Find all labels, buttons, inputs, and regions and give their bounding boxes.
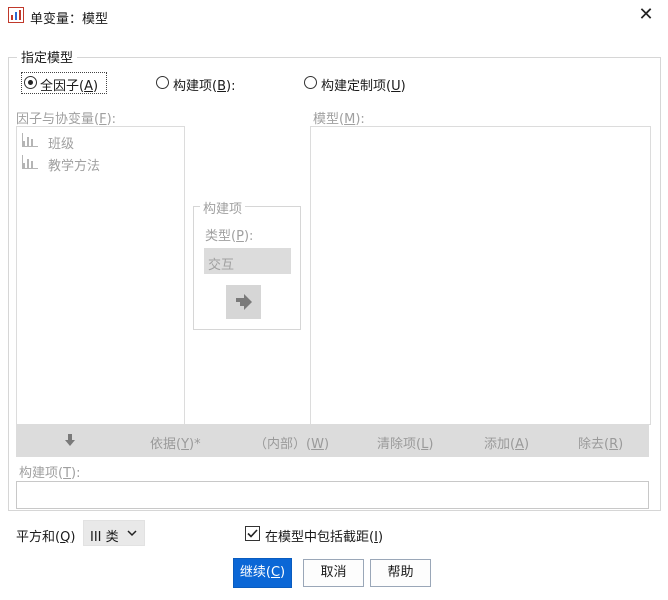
clear-term-button[interactable]: 清除项(L) xyxy=(377,433,433,452)
term-toolbar xyxy=(16,424,649,457)
add-term-button[interactable]: 添加(A) xyxy=(484,433,529,452)
help-button[interactable]: 帮助 xyxy=(370,559,431,587)
right-arrow-icon xyxy=(234,293,254,315)
close-icon[interactable]: ✕ xyxy=(634,4,658,26)
radio-build-terms[interactable] xyxy=(156,76,169,89)
include-intercept-label[interactable]: 在模型中包括截距(I) xyxy=(265,526,383,545)
factors-covariates-list[interactable] xyxy=(16,126,185,425)
factors-covariates-label: 因子与协变量(F): xyxy=(16,112,117,127)
radio-full-factorial[interactable] xyxy=(24,76,37,89)
radio-custom-terms-label[interactable]: 构建定制项(U) xyxy=(321,75,406,94)
sum-of-squares-label: 平方和(Q) xyxy=(16,530,76,545)
by-button[interactable]: 依据(Y)* xyxy=(150,433,201,452)
move-to-model-button[interactable] xyxy=(226,285,261,319)
checkmark-icon xyxy=(247,529,258,538)
chevron-down-icon[interactable] xyxy=(127,527,137,540)
app-icon xyxy=(8,7,24,23)
radio-build-terms-label[interactable]: 构建项(B): xyxy=(173,75,235,94)
build-term-legend: 构建项 xyxy=(200,198,246,217)
variable-class-label[interactable]: 班级 xyxy=(48,133,74,152)
continue-button[interactable]: 继续(C) xyxy=(233,558,292,588)
radio-full-factorial-label[interactable]: 全因子(A) xyxy=(40,75,98,94)
build-term-field-label: 构建项(T): xyxy=(19,466,81,481)
window-title: 单变量：模型 xyxy=(30,12,109,27)
model-label: 模型(M): xyxy=(313,112,365,127)
specify-model-legend: 指定模型 xyxy=(17,47,78,66)
variable-teaching-method-label[interactable]: 教学方法 xyxy=(48,155,100,174)
down-arrow-icon[interactable] xyxy=(63,433,77,451)
type-select-value: 交互 xyxy=(208,258,235,273)
sum-of-squares-value: III 类 xyxy=(90,530,119,545)
nominal-bar-chart-icon xyxy=(22,133,38,147)
build-term-input[interactable] xyxy=(16,481,649,509)
include-intercept-checkbox[interactable] xyxy=(245,526,260,541)
type-label: 类型(P): xyxy=(205,229,254,244)
nominal-bar-chart-icon xyxy=(22,155,38,169)
radio-custom-terms[interactable] xyxy=(304,76,317,89)
model-list[interactable] xyxy=(310,126,651,425)
cancel-button[interactable]: 取消 xyxy=(303,559,364,587)
remove-term-button[interactable]: 除去(R) xyxy=(578,433,623,452)
within-button[interactable]: （内部）(W) xyxy=(254,433,329,452)
